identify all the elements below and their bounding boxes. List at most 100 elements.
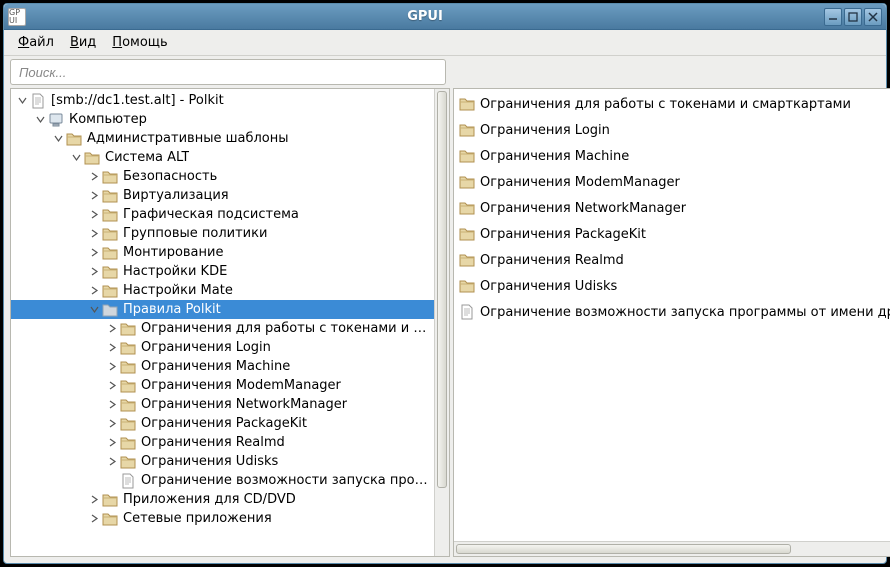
- folder-icon: [101, 491, 119, 509]
- tree-root[interactable]: [smb://dc1.test.alt] - Polkit: [11, 91, 434, 110]
- expand-toggle[interactable]: [105, 362, 119, 371]
- list-item[interactable]: Ограничения PackageKit: [454, 221, 890, 247]
- tree-polkit-child-4[interactable]: Ограничения NetworkManager: [11, 395, 434, 414]
- menu-view[interactable]: Вид: [64, 32, 102, 53]
- list-item[interactable]: Ограничения Login: [454, 117, 890, 143]
- tree-item-label: Ограничения Realmd: [141, 433, 285, 452]
- tree-polkit-child-1[interactable]: Ограничения Login: [11, 338, 434, 357]
- maximize-button[interactable]: [844, 8, 862, 26]
- expand-toggle[interactable]: [105, 381, 119, 390]
- expand-toggle[interactable]: [87, 267, 101, 276]
- tree-item-label: [smb://dc1.test.alt] - Polkit: [51, 91, 224, 110]
- folder-icon: [65, 130, 83, 148]
- tree-alt-child-2[interactable]: Графическая подсистема: [11, 205, 434, 224]
- expand-toggle[interactable]: [15, 96, 29, 105]
- folder-icon: [119, 415, 137, 433]
- titlebar[interactable]: GP UI GPUI: [4, 4, 886, 30]
- folder-icon: [458, 251, 476, 269]
- tree-polkit-child-7[interactable]: Ограничения Udisks: [11, 452, 434, 471]
- expand-toggle[interactable]: [105, 400, 119, 409]
- expand-toggle[interactable]: [87, 286, 101, 295]
- minimize-button[interactable]: [824, 8, 842, 26]
- folder-icon: [458, 147, 476, 165]
- list-item[interactable]: Ограничения для работы с токенами и смар…: [454, 91, 890, 117]
- expand-toggle[interactable]: [87, 495, 101, 504]
- tree-view[interactable]: [smb://dc1.test.alt] - PolkitКомпьютерАд…: [11, 89, 434, 556]
- tree-polkit-child-2[interactable]: Ограничения Machine: [11, 357, 434, 376]
- content-area: [smb://dc1.test.alt] - PolkitКомпьютерАд…: [4, 88, 886, 563]
- tree-after-1[interactable]: Сетевые приложения: [11, 509, 434, 528]
- tree-polkit-child-8[interactable]: Ограничение возможности запуска програ..…: [11, 471, 434, 490]
- tree-system-alt[interactable]: Система ALT: [11, 148, 434, 167]
- menu-view-label: Вид: [70, 35, 96, 50]
- tree-alt-child-1[interactable]: Виртуализация: [11, 186, 434, 205]
- tree-alt-child-4[interactable]: Монтирование: [11, 243, 434, 262]
- list-item[interactable]: Ограничения NetworkManager: [454, 195, 890, 221]
- tree-item-label: Безопасность: [123, 167, 217, 186]
- tree-item-label: Правила Polkit: [123, 300, 221, 319]
- folder-icon: [101, 244, 119, 262]
- menu-help[interactable]: Помощь: [106, 32, 173, 53]
- expand-toggle[interactable]: [87, 514, 101, 523]
- tree-polkit-child-0[interactable]: Ограничения для работы с токенами и сма.…: [11, 319, 434, 338]
- tree-polkit-child-6[interactable]: Ограничения Realmd: [11, 433, 434, 452]
- tree-alt-child-6[interactable]: Настройки Mate: [11, 281, 434, 300]
- menu-file[interactable]: Файл: [12, 32, 60, 53]
- expand-toggle[interactable]: [51, 134, 65, 143]
- list-pane: Ограничения для работы с токенами и смар…: [453, 88, 890, 557]
- list-view[interactable]: Ограничения для работы с токенами и смар…: [454, 89, 890, 541]
- tree-item-label: Виртуализация: [123, 186, 229, 205]
- tree-item-label: Ограничения Login: [141, 338, 271, 357]
- list-item[interactable]: Ограничения Udisks: [454, 273, 890, 299]
- scrollbar-thumb[interactable]: [437, 91, 447, 488]
- folder-icon: [458, 173, 476, 191]
- tree-admin-templates[interactable]: Административные шаблоны: [11, 129, 434, 148]
- tree-polkit[interactable]: Правила Polkit: [11, 300, 434, 319]
- app-icon: GP UI: [8, 8, 26, 26]
- tree-item-label: Ограничения PackageKit: [141, 414, 307, 433]
- tree-pane: [smb://dc1.test.alt] - PolkitКомпьютерАд…: [10, 88, 450, 557]
- folder-icon: [101, 187, 119, 205]
- list-item[interactable]: Ограничения Machine: [454, 143, 890, 169]
- expand-toggle[interactable]: [105, 438, 119, 447]
- tree-computer[interactable]: Компьютер: [11, 110, 434, 129]
- expand-toggle[interactable]: [105, 457, 119, 466]
- search-input[interactable]: [10, 59, 446, 85]
- expand-toggle[interactable]: [87, 229, 101, 238]
- folder-icon: [83, 149, 101, 167]
- tree-item-label: Ограничения ModemManager: [141, 376, 341, 395]
- scrollbar-thumb[interactable]: [456, 544, 791, 554]
- folder-icon: [458, 121, 476, 139]
- expand-toggle[interactable]: [87, 305, 101, 314]
- tree-alt-child-5[interactable]: Настройки KDE: [11, 262, 434, 281]
- app-window: GP UI GPUI Файл Вид Помощь [smb://dc1.te…: [3, 3, 887, 564]
- expand-toggle[interactable]: [87, 248, 101, 257]
- list-item-label: Ограничение возможности запуска программ…: [480, 303, 890, 322]
- list-item[interactable]: Ограничение возможности запуска программ…: [454, 299, 890, 325]
- folder-icon: [101, 263, 119, 281]
- tree-after-0[interactable]: Приложения для CD/DVD: [11, 490, 434, 509]
- expand-toggle[interactable]: [87, 172, 101, 181]
- folder-icon: [119, 453, 137, 471]
- expand-toggle[interactable]: [33, 115, 47, 124]
- expand-toggle[interactable]: [105, 419, 119, 428]
- list-item-label: Ограничения для работы с токенами и смар…: [480, 95, 851, 114]
- tree-alt-child-3[interactable]: Групповые политики: [11, 224, 434, 243]
- menu-file-label: Файл: [18, 35, 54, 50]
- tree-polkit-child-3[interactable]: Ограничения ModemManager: [11, 376, 434, 395]
- tree-vertical-scrollbar[interactable]: [434, 89, 449, 556]
- expand-toggle[interactable]: [105, 343, 119, 352]
- list-horizontal-scrollbar[interactable]: [454, 541, 890, 556]
- expand-toggle[interactable]: [69, 153, 83, 162]
- expand-toggle[interactable]: [87, 210, 101, 219]
- list-item[interactable]: Ограничения ModemManager: [454, 169, 890, 195]
- list-item-label: Ограничения Realmd: [480, 251, 624, 270]
- folder-icon: [119, 434, 137, 452]
- expand-toggle[interactable]: [87, 191, 101, 200]
- close-button[interactable]: [864, 8, 882, 26]
- doc-icon: [119, 472, 137, 490]
- tree-polkit-child-5[interactable]: Ограничения PackageKit: [11, 414, 434, 433]
- tree-alt-child-0[interactable]: Безопасность: [11, 167, 434, 186]
- expand-toggle[interactable]: [105, 324, 119, 333]
- list-item[interactable]: Ограничения Realmd: [454, 247, 890, 273]
